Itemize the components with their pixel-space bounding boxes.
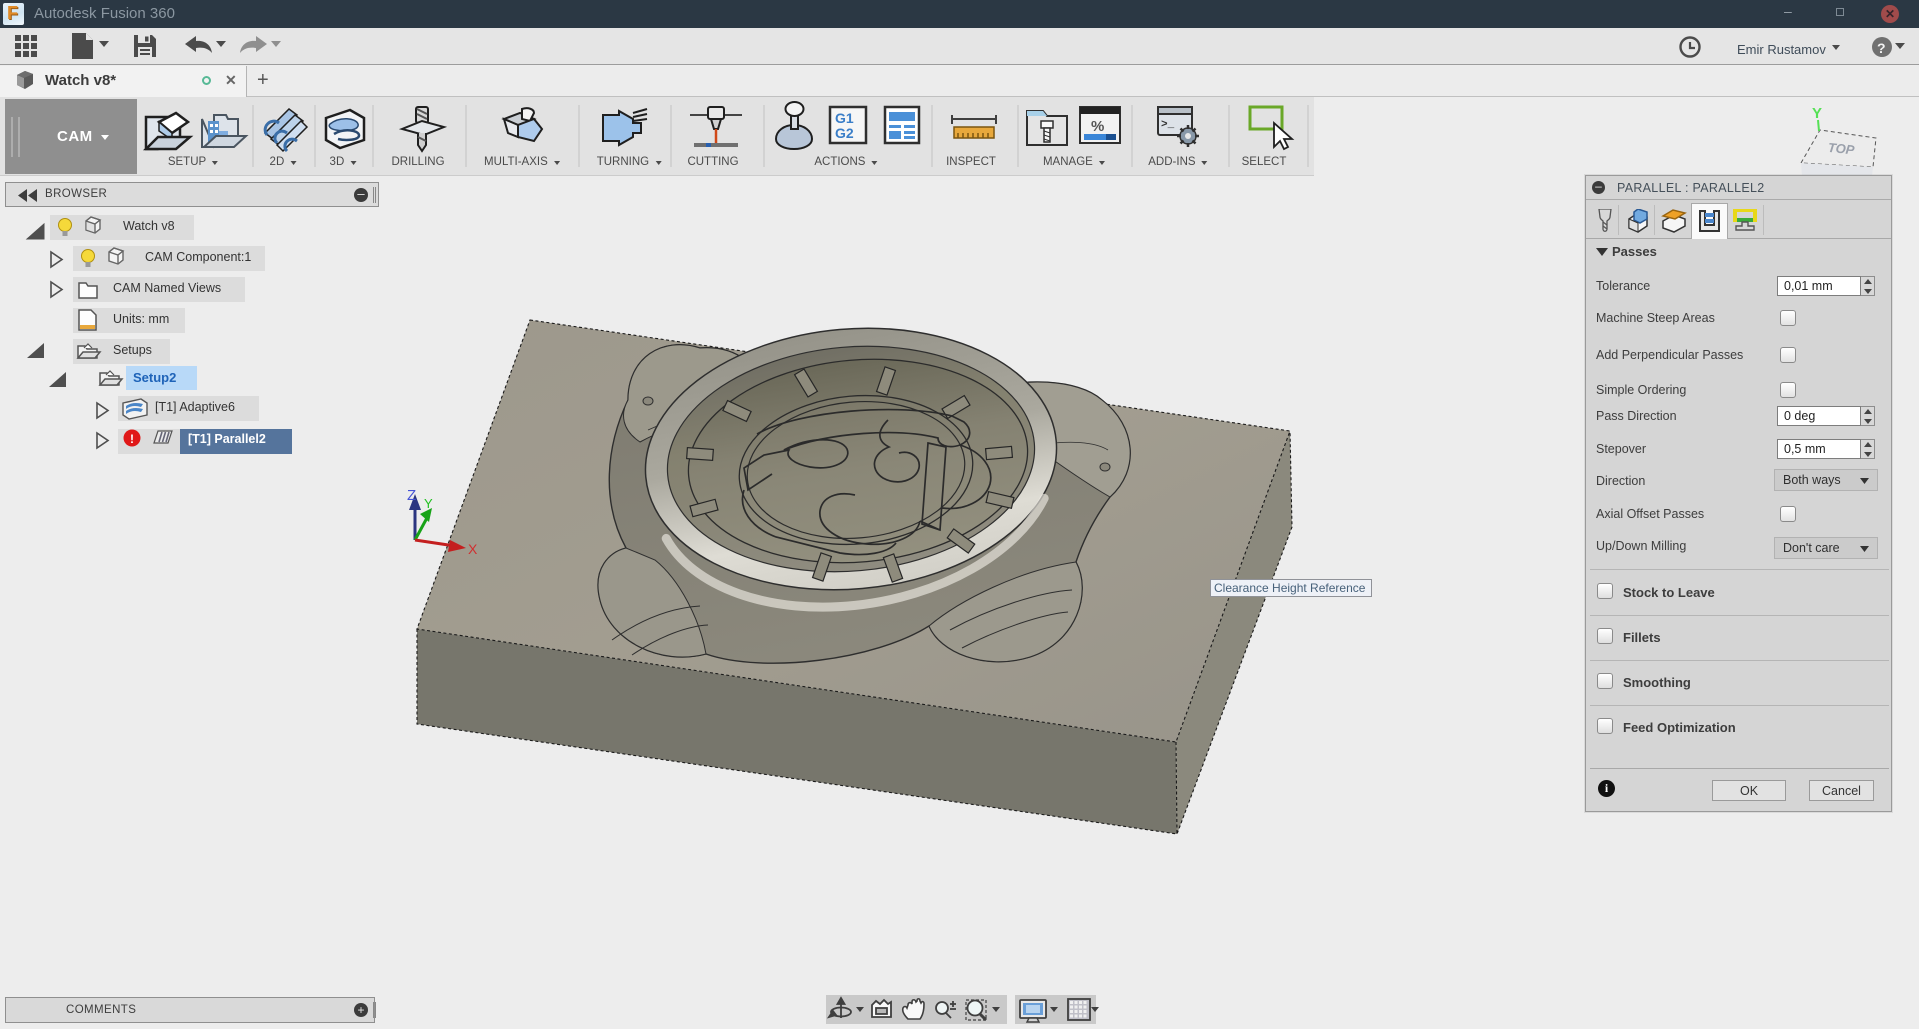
svg-text:Z: Z: [407, 487, 416, 504]
svg-text:TOP: TOP: [1827, 140, 1855, 158]
svg-text:X: X: [468, 541, 478, 557]
svg-text:!: !: [130, 432, 134, 446]
svg-text:Y: Y: [424, 496, 433, 511]
svg-text:?: ?: [1877, 40, 1886, 56]
svg-text:Y: Y: [1812, 105, 1822, 122]
